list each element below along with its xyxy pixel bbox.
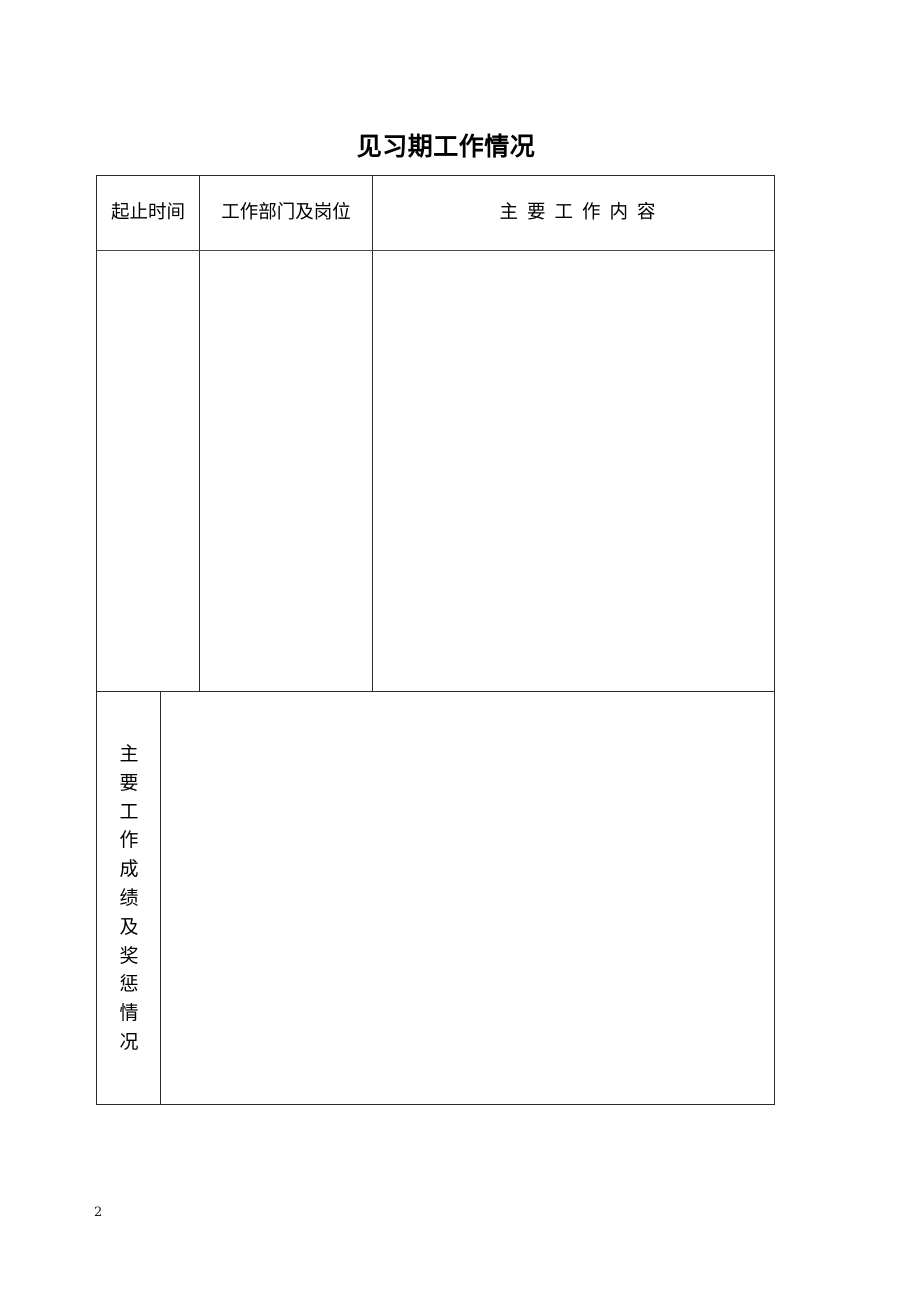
- vertical-label-char-0: 主: [119, 743, 139, 765]
- table-row: [97, 251, 774, 692]
- page-number: 2: [94, 1205, 103, 1220]
- achievements-input-area[interactable]: [161, 692, 774, 1104]
- table-header-row: 起止时间 工作部门及岗位 主要工作内容: [97, 176, 774, 251]
- document-page: 见习期工作情况 起止时间 工作部门及岗位 主要工作内容 主要工作成绩及奖惩情况 …: [0, 0, 920, 1302]
- vertical-label-char-2: 工: [119, 800, 139, 823]
- achievements-block: 主要工作成绩及奖惩情况: [97, 692, 774, 1104]
- work-log-block: 起止时间 工作部门及岗位 主要工作内容: [97, 176, 774, 692]
- vertical-label-char-4: 成: [119, 858, 139, 881]
- achievements-vertical-label: 主要工作成绩及奖惩情况: [97, 740, 161, 1057]
- achievements-vertical-label-cell: 主要工作成绩及奖惩情况: [97, 692, 161, 1104]
- header-department-and-post: 工作部门及岗位: [199, 176, 372, 250]
- vertical-label-char-3: 作: [119, 829, 139, 852]
- header-start-end-time: 起止时间: [110, 202, 185, 223]
- vertical-label-char-6: 及: [119, 915, 139, 938]
- work-record-table: 起止时间 工作部门及岗位 主要工作内容 主要工作成绩及奖惩情况: [96, 175, 775, 1105]
- vertical-label-char-8: 惩: [119, 973, 139, 996]
- vertical-label-char-10: 况: [119, 1030, 139, 1053]
- cell-start-end-time[interactable]: [97, 251, 199, 692]
- vertical-label-char-9: 情: [119, 1002, 139, 1025]
- vertical-label-char-5: 绩: [119, 886, 139, 909]
- header-main-work-content: 主要工作内容: [372, 176, 774, 250]
- cell-department-and-post[interactable]: [199, 251, 372, 692]
- page-title: 见习期工作情况: [356, 132, 536, 161]
- vertical-label-char-1: 要: [119, 771, 139, 794]
- cell-main-work-content[interactable]: [372, 251, 774, 692]
- vertical-label-char-7: 奖: [119, 944, 139, 967]
